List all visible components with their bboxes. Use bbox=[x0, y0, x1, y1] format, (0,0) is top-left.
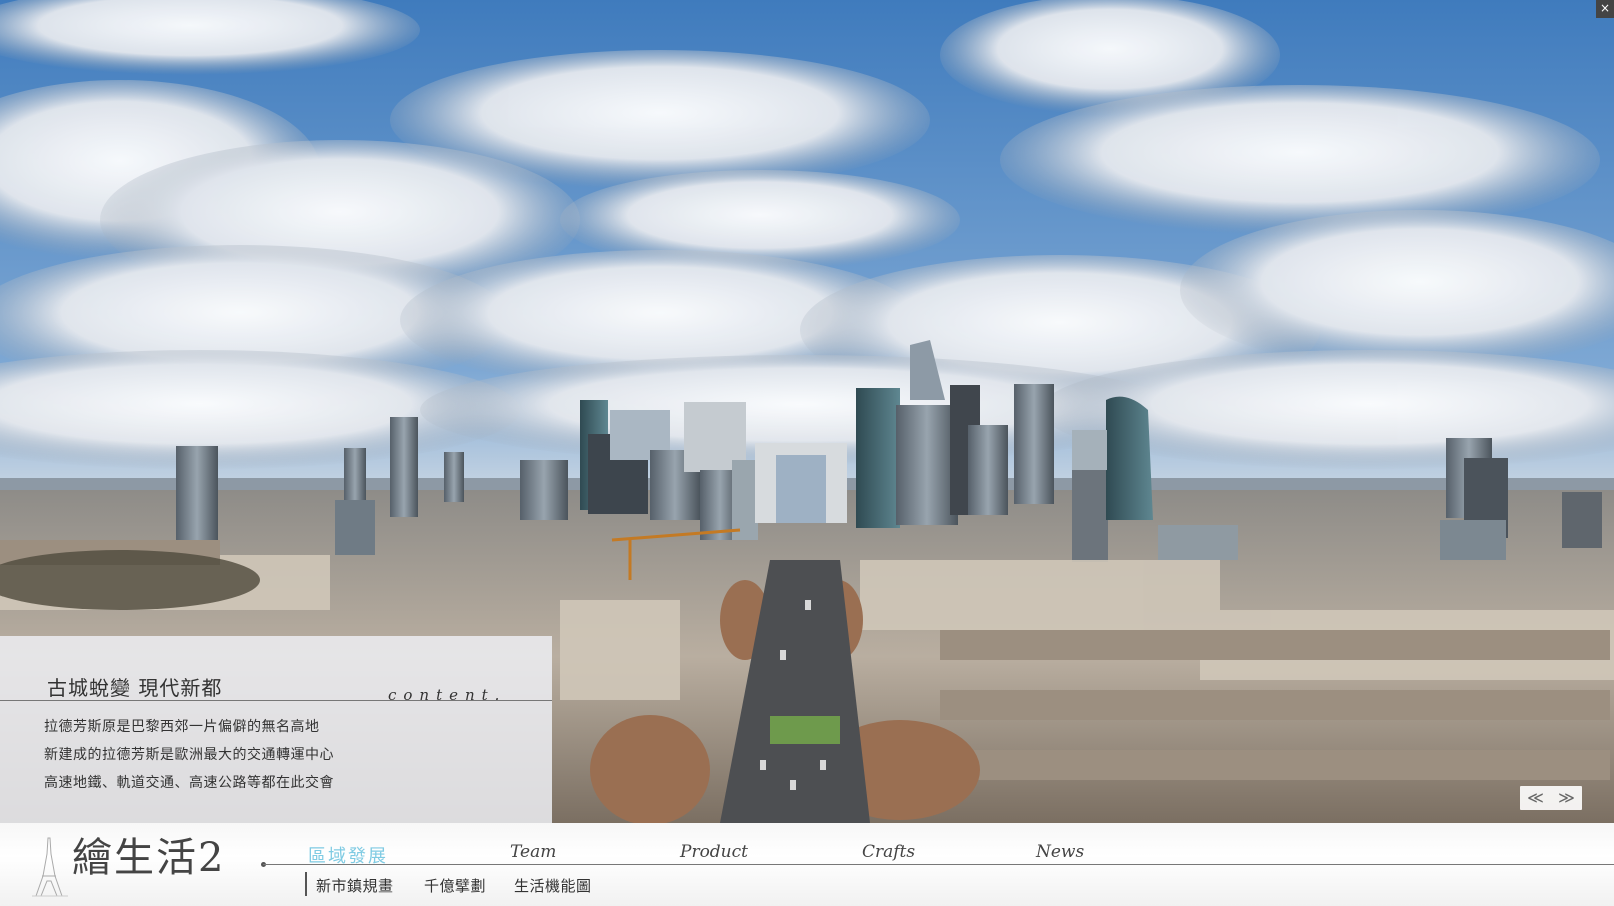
close-button[interactable]: × bbox=[1596, 0, 1614, 18]
content-section-label: content. bbox=[388, 686, 507, 704]
subnav-new-town-planning[interactable]: 新市鎮規畫 bbox=[316, 875, 394, 896]
content-title: 古城蛻變 現代新都 bbox=[47, 676, 223, 700]
nav-item-product[interactable]: Product bbox=[680, 842, 748, 862]
nav-item-crafts[interactable]: Crafts bbox=[862, 842, 915, 862]
nav-item-regional-development[interactable]: 區域發展 bbox=[308, 842, 388, 868]
slider-controls: ≪ ≫ bbox=[1520, 786, 1582, 810]
subnav-billion-plan[interactable]: 千億擘劃 bbox=[424, 875, 486, 896]
content-line: 拉德芳斯原是巴黎西郊一片偏僻的無名高地 bbox=[44, 719, 320, 735]
prev-slide-button[interactable]: ≪ bbox=[1527, 790, 1544, 806]
nav-divider bbox=[263, 864, 1614, 865]
nav-item-team[interactable]: Team bbox=[510, 842, 556, 862]
next-slide-button[interactable]: ≫ bbox=[1558, 790, 1575, 806]
brand-logo-text[interactable]: 繪生活2 bbox=[72, 838, 225, 878]
nav-item-news[interactable]: News bbox=[1036, 842, 1084, 862]
subnav-marker bbox=[305, 872, 307, 896]
content-line: 新建成的拉德芳斯是歐洲最大的交通轉運中心 bbox=[44, 747, 334, 763]
subnav-amenities-map[interactable]: 生活機能圖 bbox=[514, 875, 592, 896]
content-line: 高速地鐵、軌道交通、高速公路等都在此交會 bbox=[44, 775, 334, 791]
